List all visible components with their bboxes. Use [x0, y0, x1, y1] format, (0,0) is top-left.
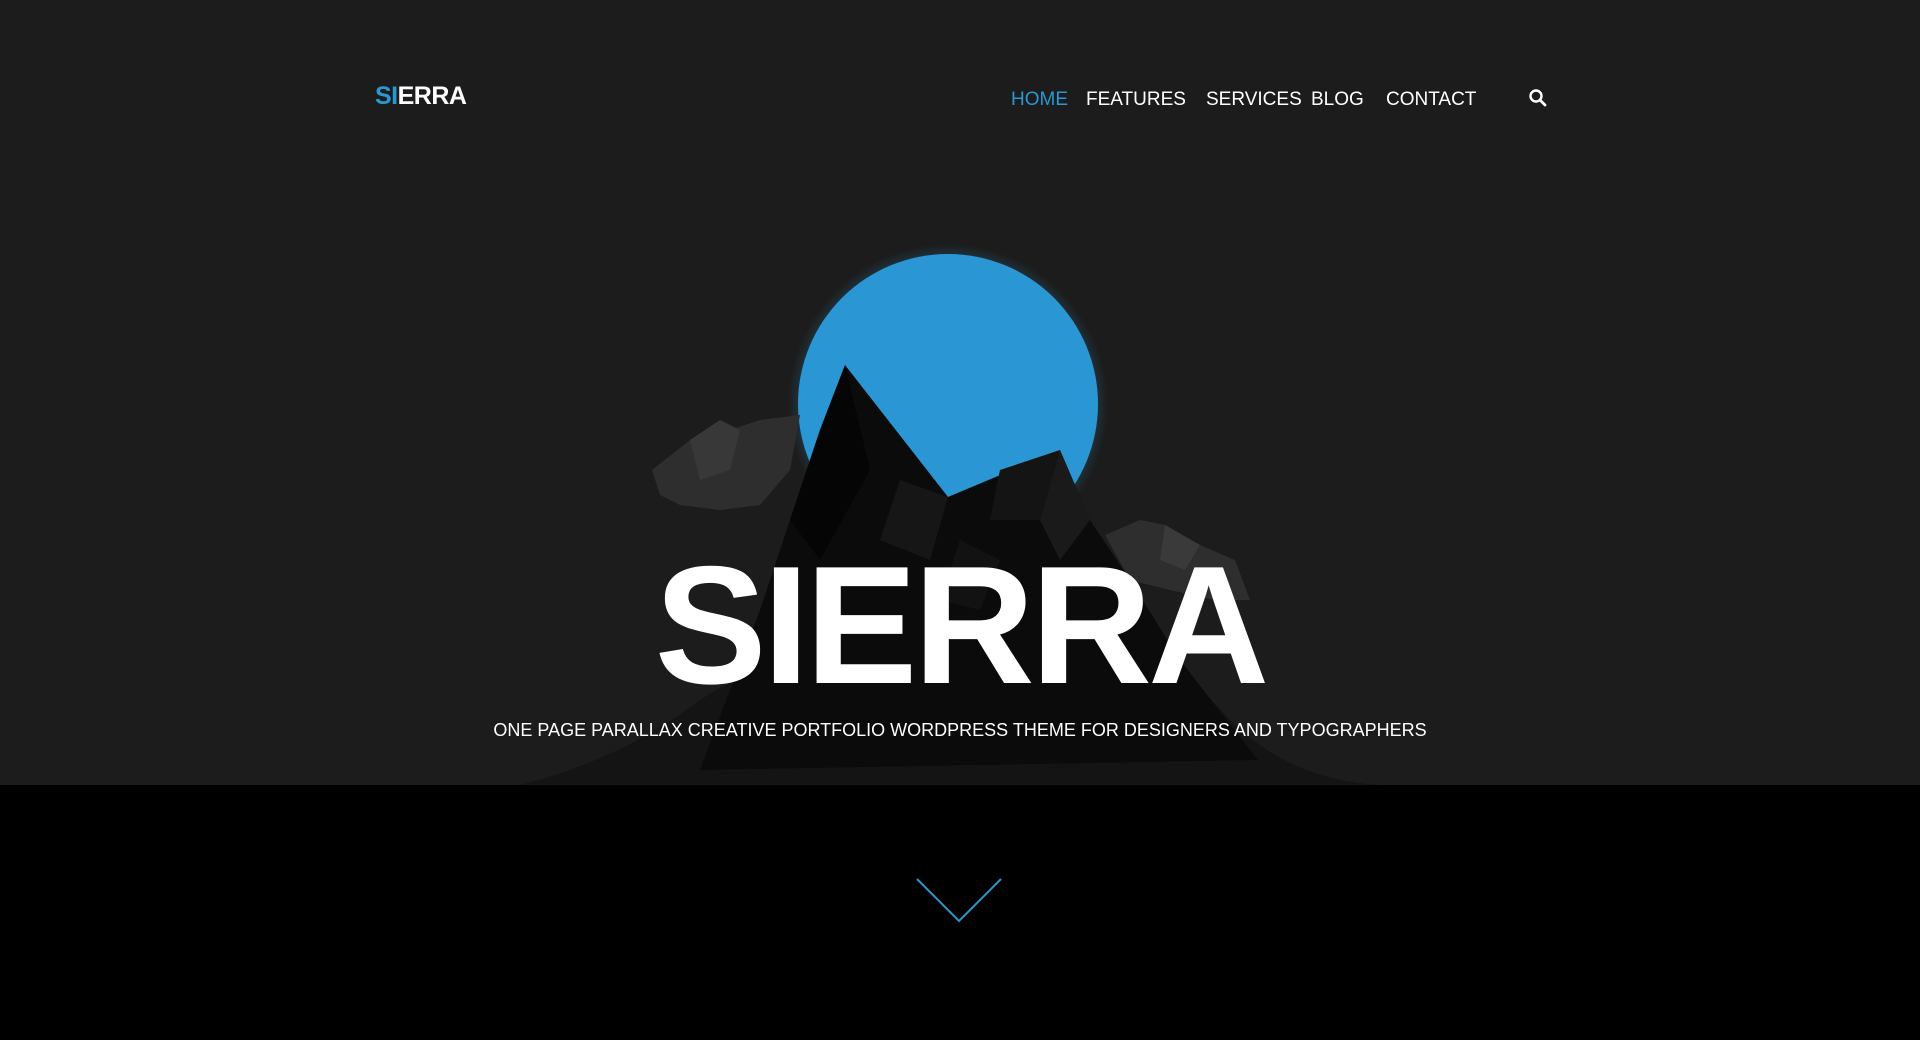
nav-item-services[interactable]: SERVICES — [1206, 88, 1302, 112]
nav-item-home[interactable]: HOME — [1011, 88, 1068, 112]
main-navigation: HOME FEATURES SERVICES BLOG CONTACT — [0, 88, 1920, 112]
page: SIERRA HOME FEATURES SERVICES BLOG CONTA… — [0, 0, 1920, 1040]
chevron-down-icon[interactable] — [914, 876, 1004, 926]
nav-item-contact[interactable]: CONTACT — [1386, 88, 1476, 112]
search-icon[interactable] — [1528, 88, 1548, 108]
hero-title: SIERRA — [654, 531, 1270, 719]
nav-item-blog[interactable]: BLOG — [1311, 88, 1364, 112]
hero-subtitle: ONE PAGE PARALLAX CREATIVE PORTFOLIO WOR… — [493, 720, 1427, 740]
nav-item-features[interactable]: FEATURES — [1086, 88, 1186, 112]
